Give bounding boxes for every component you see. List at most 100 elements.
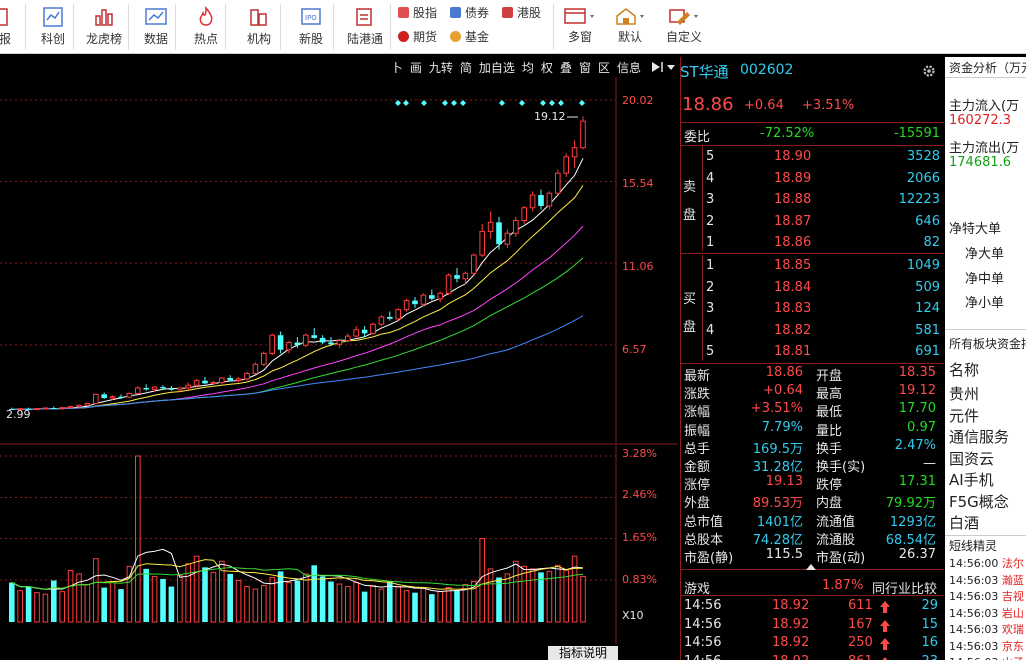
sector-item[interactable]: F5G概念 (949, 491, 1009, 512)
candle[interactable] (387, 311, 393, 321)
candle[interactable] (235, 377, 242, 383)
turnover-bar[interactable] (336, 583, 343, 623)
candle[interactable] (135, 386, 141, 395)
turnover-bar[interactable] (311, 565, 317, 622)
default-layout-button[interactable]: 默认 (608, 0, 652, 54)
candle[interactable] (563, 153, 570, 177)
candle[interactable] (370, 322, 376, 336)
news-item[interactable]: 14:56:03 瀚蓝 (949, 572, 1024, 588)
turnover-bar[interactable] (76, 573, 82, 623)
turnover-bar[interactable] (563, 569, 570, 623)
candle[interactable] (521, 205, 528, 225)
turnover-bar[interactable] (529, 568, 536, 623)
candle[interactable] (580, 116, 586, 150)
turnover-bar[interactable] (387, 581, 393, 622)
news-item[interactable]: 14:56:03 京东 (949, 638, 1024, 654)
chart-tool-9[interactable]: 区 (598, 59, 610, 76)
candle[interactable] (487, 211, 494, 239)
turnover-bar[interactable] (361, 591, 368, 622)
bid-row[interactable]: 3 18.83 124 (680, 301, 944, 319)
candle[interactable] (395, 307, 401, 321)
info-marker-icon[interactable] (395, 100, 401, 106)
candle[interactable] (252, 362, 259, 375)
kline-chart[interactable]: 20.02 15.54 11.06 6.57 19.12 2.99 (0, 77, 678, 445)
candle[interactable] (445, 273, 452, 296)
candle[interactable] (471, 253, 477, 276)
candle[interactable] (571, 140, 578, 168)
menu-futures[interactable]: 期货 (398, 27, 437, 45)
turnover-bar[interactable] (370, 585, 376, 623)
info-marker-icon[interactable] (519, 100, 525, 106)
candle[interactable] (34, 408, 40, 411)
toolbar-button-star-board[interactable]: 科创 (32, 0, 74, 54)
turnover-bar[interactable] (252, 588, 259, 623)
stat-row[interactable]: 最新 18.86 开盘 18.35 (680, 365, 944, 384)
candle[interactable] (261, 351, 267, 367)
turnover-bar[interactable] (160, 578, 166, 622)
chart-tool-1[interactable]: 画 (410, 59, 422, 76)
sector-item[interactable]: 国资云 (949, 448, 994, 469)
toolbar-button-ipo[interactable]: IPO 新股 (288, 0, 334, 54)
candle[interactable] (538, 189, 544, 210)
turnover-bar[interactable] (286, 582, 292, 623)
toolbar-button-chart[interactable]: 数据 (136, 0, 176, 54)
tick-row[interactable]: 14:56 18.92 167 15 (680, 617, 944, 635)
candle[interactable] (345, 333, 351, 343)
menu-hk-stocks[interactable]: 港股 (502, 3, 541, 21)
candle[interactable] (93, 393, 99, 405)
candle[interactable] (336, 338, 343, 348)
turnover-bar[interactable] (403, 590, 410, 623)
info-marker-icon[interactable] (442, 100, 448, 106)
stat-row[interactable]: 市盈(静) 115.5 市盈(动) 26.37 (680, 547, 944, 566)
news-item[interactable]: 14:56:03 欢瑞 (949, 621, 1024, 637)
candle[interactable] (529, 191, 536, 212)
stat-row[interactable]: 金额 31.28亿 换手(实) — (680, 456, 944, 475)
candle[interactable] (67, 405, 74, 409)
info-marker-icon[interactable] (403, 100, 409, 106)
turnover-bar[interactable] (504, 573, 511, 623)
turnover-bar[interactable] (135, 455, 141, 623)
turnover-bar[interactable] (17, 590, 23, 623)
toolbar-button-flame[interactable]: 热点 (184, 0, 228, 54)
candle[interactable] (202, 377, 208, 385)
turnover-bar[interactable] (177, 574, 183, 623)
turnover-chart[interactable]: 3.28% 2.46% 1.65% 0.83% X10 (0, 446, 678, 644)
stat-row[interactable]: 涨跌 +0.64 最高 19.12 (680, 383, 944, 402)
candle[interactable] (429, 289, 435, 301)
menu-funds[interactable]: 基金 (450, 27, 489, 45)
turnover-bar[interactable] (420, 588, 427, 623)
turnover-bar[interactable] (454, 590, 460, 622)
turnover-bar[interactable] (93, 558, 99, 623)
turnover-bar[interactable] (202, 567, 208, 622)
turnover-bar[interactable] (429, 594, 435, 622)
turnover-bar[interactable] (168, 586, 175, 622)
turnover-bar[interactable] (244, 586, 250, 623)
candle[interactable] (269, 333, 275, 356)
candle[interactable] (353, 326, 359, 338)
info-marker-icon[interactable] (558, 100, 564, 106)
candle[interactable] (84, 402, 91, 407)
ask-row[interactable]: 1 18.86 82 (680, 235, 944, 253)
news-item[interactable]: 14:56:00 法尔 (949, 555, 1024, 571)
info-marker-icon[interactable] (451, 100, 457, 106)
ask-row[interactable]: 4 18.89 2066 (680, 171, 944, 189)
turnover-bar[interactable] (193, 555, 200, 623)
turnover-bar[interactable] (328, 581, 334, 622)
turnover-bar[interactable] (143, 568, 149, 622)
menu-bonds[interactable]: 债券 (450, 3, 489, 21)
candle[interactable] (168, 386, 175, 391)
info-marker-icon[interactable] (421, 100, 427, 106)
turnover-bar[interactable] (378, 588, 385, 623)
info-marker-icon[interactable] (579, 100, 585, 106)
turnover-bar[interactable] (126, 565, 133, 623)
sector-item[interactable]: 通信服务 (949, 426, 1009, 447)
toolbar-button-bar[interactable]: 龙虎榜 (80, 0, 128, 54)
turnover-bar[interactable] (261, 585, 267, 623)
candle[interactable] (143, 384, 149, 391)
turnover-bar[interactable] (9, 582, 15, 622)
candle[interactable] (378, 315, 385, 327)
chart-tool-8[interactable]: 窗 (579, 59, 591, 76)
bid-row[interactable]: 4 18.82 581 (680, 323, 944, 341)
turnover-bar[interactable] (101, 587, 107, 622)
stat-row[interactable]: 涨幅 +3.51% 最低 17.70 (680, 401, 944, 420)
